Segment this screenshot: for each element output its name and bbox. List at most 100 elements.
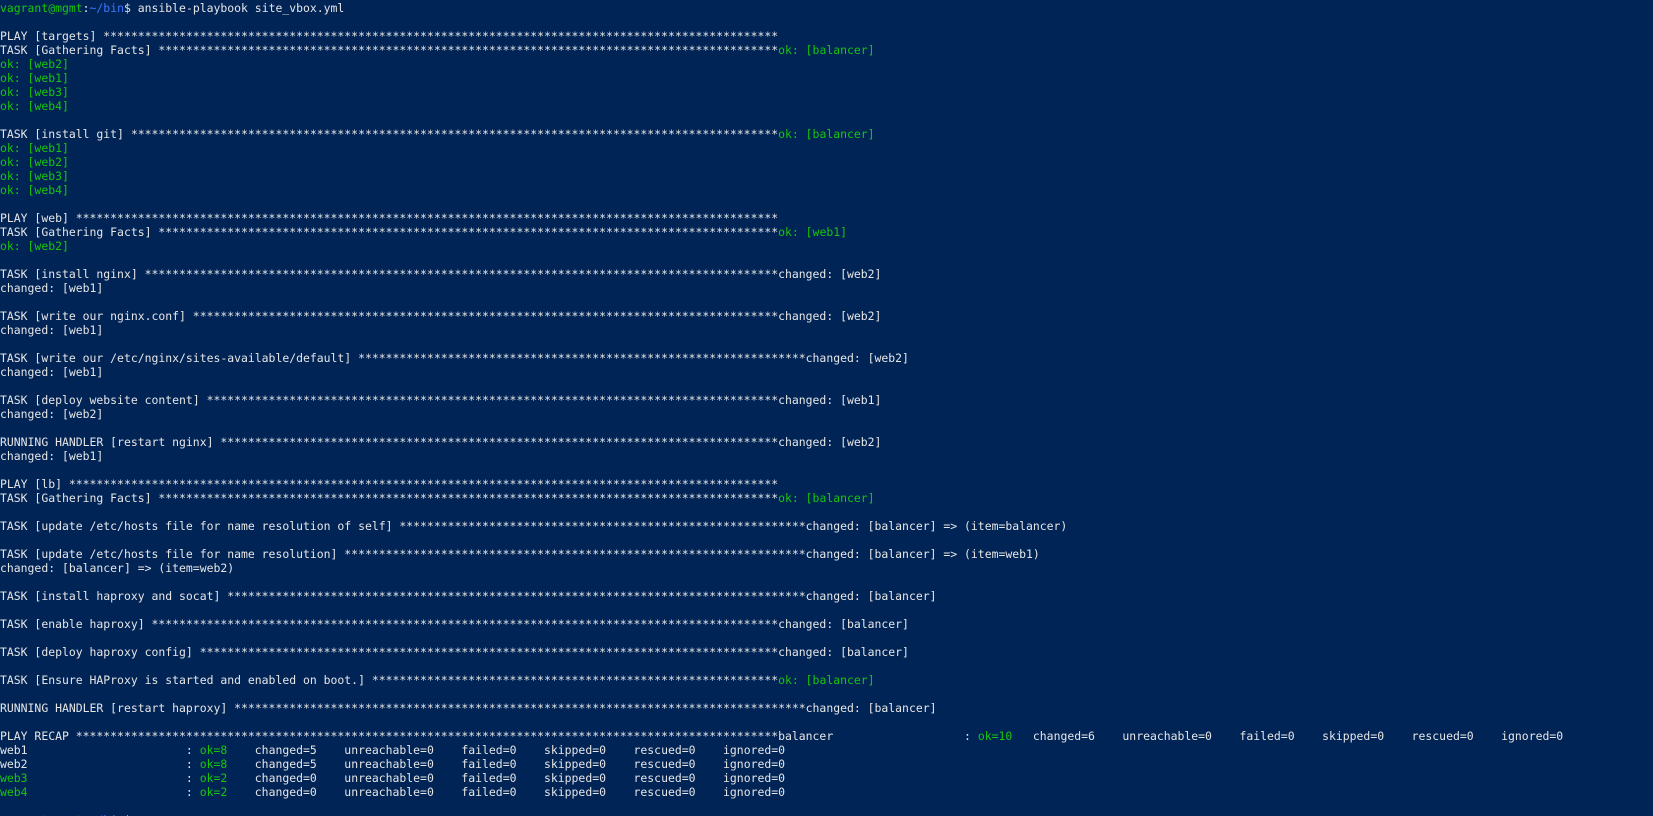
terminal-text: changed=5 unreachable=0 failed=0 skipped…: [227, 743, 786, 757]
terminal-text: ok=2: [199, 771, 228, 785]
terminal-text: ok=8: [199, 743, 228, 757]
terminal-line: web4 : ok=2 changed=0 unreachable=0 fail…: [0, 785, 1653, 799]
terminal-text: ok=8: [199, 757, 228, 771]
terminal-text: ok: [web2]: [0, 57, 69, 71]
terminal-text: changed: [web1]: [0, 281, 104, 295]
terminal-line: TASK [write our /etc/nginx/sites-availab…: [0, 351, 1653, 365]
terminal-text: PLAY [web] *****************************…: [0, 211, 779, 225]
terminal-text: changed=5 unreachable=0 failed=0 skipped…: [227, 757, 786, 771]
terminal-line: web1 : ok=8 changed=5 unreachable=0 fail…: [0, 743, 1653, 757]
terminal-line: RUNNING HANDLER [restart nginx] ********…: [0, 435, 1653, 449]
terminal-text: TASK [install nginx] *******************…: [0, 267, 882, 281]
terminal-text: TASK [deploy haproxy config] ***********…: [0, 645, 909, 659]
terminal-line: ok: [web3]: [0, 85, 1653, 99]
terminal-text: TASK [deploy website content] **********…: [0, 393, 882, 407]
terminal-text: :: [82, 1, 90, 15]
terminal-line: RUNNING HANDLER [restart haproxy] ******…: [0, 701, 1653, 715]
terminal-line: vagrant@mgmt:~/bin$ ansible-playbook sit…: [0, 1, 1653, 15]
terminal-text: changed=0 unreachable=0 failed=0 skipped…: [227, 785, 786, 799]
terminal-line: TASK [Gathering Facts] *****************…: [0, 43, 1653, 57]
terminal-text: TASK [update /etc/hosts file for name re…: [0, 519, 1068, 533]
terminal-text: ok: [balancer]: [778, 127, 875, 141]
terminal-text: changed: [web1]: [0, 365, 104, 379]
terminal-line: ok: [web4]: [0, 99, 1653, 113]
terminal-text: TASK [install haproxy and socat] *******…: [0, 589, 937, 603]
terminal-text: PLAY [lb] ******************************…: [0, 477, 779, 491]
terminal-line: ok: [web3]: [0, 169, 1653, 183]
terminal-text: ok: [web3]: [0, 169, 69, 183]
terminal-line: TASK [enable haproxy] ******************…: [0, 617, 1653, 631]
terminal-text: TASK [Gathering Facts] *****************…: [0, 491, 779, 505]
terminal-text: TASK [Gathering Facts] *****************…: [0, 225, 779, 239]
terminal-text: ok: [balancer]: [778, 491, 875, 505]
terminal-text: :: [27, 771, 200, 785]
terminal-text: ok: [web4]: [0, 183, 69, 197]
terminal-text: TASK [update /etc/hosts file for name re…: [0, 547, 1040, 561]
terminal-line: changed: [web1]: [0, 323, 1653, 337]
terminal-text: ~/bin: [89, 1, 124, 15]
terminal-line: ok: [web1]: [0, 71, 1653, 85]
terminal-line: TASK [update /etc/hosts file for name re…: [0, 519, 1653, 533]
terminal-text: ok: [web2]: [0, 239, 69, 253]
terminal-line: TASK [update /etc/hosts file for name re…: [0, 547, 1653, 561]
terminal-text: ok: [web4]: [0, 99, 69, 113]
terminal-line: TASK [install haproxy and socat] *******…: [0, 589, 1653, 603]
terminal-text: web3: [0, 771, 28, 785]
terminal-text: TASK [write our nginx.conf] ************…: [0, 309, 882, 323]
terminal-text: web1 :: [0, 743, 200, 757]
terminal-text: PLAY RECAP *****************************…: [0, 729, 978, 743]
terminal-line: changed: [web1]: [0, 365, 1653, 379]
terminal-text: ok: [balancer]: [778, 673, 875, 687]
terminal-line: ok: [web2]: [0, 239, 1653, 253]
terminal-text: changed=6 unreachable=0 failed=0 skipped…: [1012, 729, 1564, 743]
terminal-line: TASK [deploy website content] **********…: [0, 393, 1653, 407]
terminal-text: TASK [Gathering Facts] *****************…: [0, 43, 779, 57]
terminal-line: PLAY [targets] *************************…: [0, 29, 1653, 43]
terminal-text: RUNNING HANDLER [restart nginx] ********…: [0, 435, 882, 449]
terminal-line: web2 : ok=8 changed=5 unreachable=0 fail…: [0, 757, 1653, 771]
terminal-line: changed: [balancer] => (item=web2): [0, 561, 1653, 575]
terminal-line: PLAY [lb] ******************************…: [0, 477, 1653, 491]
terminal-text: ok: [web1]: [778, 225, 847, 239]
terminal-text: ok: [web2]: [0, 155, 69, 169]
terminal-line: changed: [web1]: [0, 449, 1653, 463]
terminal-line: TASK [Gathering Facts] *****************…: [0, 225, 1653, 239]
terminal-text: changed=0 unreachable=0 failed=0 skipped…: [227, 771, 786, 785]
terminal-line: TASK [deploy haproxy config] ***********…: [0, 645, 1653, 659]
terminal-text: changed: [balancer] => (item=web2): [0, 561, 235, 575]
terminal-text: vagrant@mgmt: [0, 1, 83, 15]
terminal-line: TASK [install git] *********************…: [0, 127, 1653, 141]
terminal-line: TASK [install nginx] *******************…: [0, 267, 1653, 281]
terminal-text: TASK [enable haproxy] ******************…: [0, 617, 909, 631]
terminal-text: ok=10: [977, 729, 1013, 743]
terminal-text: changed: [web2]: [0, 407, 104, 421]
terminal-text: ok=2: [199, 785, 228, 799]
terminal-line: changed: [web2]: [0, 407, 1653, 421]
terminal-text: web2 :: [0, 757, 200, 771]
terminal-text: ok: [web1]: [0, 141, 69, 155]
terminal-line: TASK [write our nginx.conf] ************…: [0, 309, 1653, 323]
terminal-line: PLAY RECAP *****************************…: [0, 729, 1653, 743]
terminal-text: :: [27, 785, 200, 799]
terminal-text: TASK [write our /etc/nginx/sites-availab…: [0, 351, 909, 365]
terminal-text: TASK [Ensure HAProxy is started and enab…: [0, 673, 779, 687]
terminal-output[interactable]: vagrant@mgmt:~/bin$ ansible-playbook sit…: [0, 0, 1653, 816]
terminal-text: TASK [install git] *********************…: [0, 127, 779, 141]
terminal-text: $ ansible-playbook site_vbox.yml: [123, 1, 345, 15]
terminal-line: changed: [web1]: [0, 281, 1653, 295]
terminal-text: changed: [web1]: [0, 323, 104, 337]
terminal-line: web3 : ok=2 changed=0 unreachable=0 fail…: [0, 771, 1653, 785]
